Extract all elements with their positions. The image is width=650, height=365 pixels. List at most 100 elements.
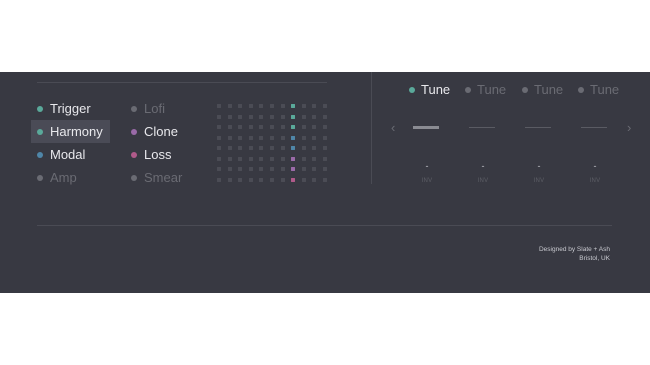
grid-step[interactable] [312, 104, 317, 108]
grid-step[interactable] [217, 125, 221, 129]
grid-step[interactable] [301, 125, 306, 129]
grid-step[interactable] [238, 104, 243, 108]
grid-step[interactable] [248, 167, 253, 171]
grid-step[interactable] [280, 135, 285, 140]
grid-step[interactable] [301, 167, 306, 171]
module-amp[interactable]: Amp [31, 166, 84, 189]
grid-step[interactable] [227, 177, 232, 182]
grid-step[interactable] [323, 135, 327, 140]
tune-slider-4[interactable] [579, 118, 637, 134]
grid-step[interactable] [312, 156, 317, 161]
tune-slider-2[interactable] [467, 118, 525, 134]
grid-step[interactable] [301, 104, 306, 108]
grid-step[interactable] [270, 104, 274, 108]
grid-step[interactable] [238, 177, 243, 182]
grid-step[interactable] [217, 114, 221, 119]
prev-arrow-icon[interactable]: ‹ [391, 120, 395, 135]
grid-step[interactable] [280, 167, 285, 171]
grid-step[interactable] [323, 167, 327, 171]
grid-step[interactable] [238, 125, 243, 129]
grid-step[interactable] [238, 146, 243, 150]
tune-slider-3[interactable] [523, 118, 581, 134]
grid-step[interactable] [301, 135, 306, 140]
grid-step[interactable] [312, 167, 317, 171]
grid-step[interactable] [259, 114, 264, 119]
module-modal[interactable]: Modal [31, 143, 92, 166]
grid-step[interactable] [259, 177, 264, 182]
grid-step[interactable] [259, 167, 264, 171]
grid-step[interactable] [217, 104, 221, 108]
grid-step[interactable] [280, 177, 285, 182]
grid-step[interactable] [248, 135, 253, 140]
grid-step-active[interactable] [291, 167, 296, 171]
grid-step[interactable] [227, 146, 232, 150]
grid-step[interactable] [217, 167, 221, 171]
grid-step[interactable] [217, 135, 221, 140]
tune-tab-1[interactable]: Tune [409, 82, 450, 97]
grid-step[interactable] [323, 146, 327, 150]
grid-step[interactable] [248, 156, 253, 161]
grid-step[interactable] [301, 146, 306, 150]
grid-step[interactable] [227, 156, 232, 161]
grid-step-active[interactable] [291, 125, 296, 129]
module-loss[interactable]: Loss [125, 143, 178, 166]
grid-step[interactable] [323, 177, 327, 182]
grid-step[interactable] [238, 114, 243, 119]
grid-step[interactable] [312, 125, 317, 129]
grid-step[interactable] [217, 156, 221, 161]
grid-step[interactable] [312, 146, 317, 150]
invert-toggle[interactable]: INV [566, 178, 624, 184]
grid-step[interactable] [259, 104, 264, 108]
tune-slider-1[interactable] [411, 118, 469, 134]
invert-toggle[interactable]: INV [398, 178, 456, 184]
grid-step[interactable] [312, 114, 317, 119]
grid-step[interactable] [227, 135, 232, 140]
grid-step[interactable] [270, 167, 274, 171]
grid-step[interactable] [323, 104, 327, 108]
grid-step[interactable] [259, 125, 264, 129]
grid-step[interactable] [248, 125, 253, 129]
grid-step[interactable] [270, 114, 274, 119]
grid-step[interactable] [270, 135, 274, 140]
module-smear[interactable]: Smear [125, 166, 189, 189]
grid-step[interactable] [323, 125, 327, 129]
grid-step[interactable] [270, 156, 274, 161]
grid-step[interactable] [280, 146, 285, 150]
grid-step-active[interactable] [291, 156, 296, 161]
grid-step-active[interactable] [291, 114, 296, 119]
grid-step[interactable] [248, 146, 253, 150]
grid-step-active[interactable] [291, 177, 296, 182]
grid-step[interactable] [270, 146, 274, 150]
grid-step[interactable] [280, 125, 285, 129]
grid-step[interactable] [238, 135, 243, 140]
tune-tab-4[interactable]: Tune [578, 82, 619, 97]
grid-step[interactable] [280, 114, 285, 119]
grid-step[interactable] [301, 114, 306, 119]
grid-step[interactable] [312, 177, 317, 182]
grid-step[interactable] [312, 135, 317, 140]
grid-step[interactable] [259, 156, 264, 161]
grid-step-active[interactable] [291, 146, 296, 150]
grid-step[interactable] [238, 156, 243, 161]
grid-step[interactable] [227, 104, 232, 108]
grid-step[interactable] [259, 135, 264, 140]
grid-step[interactable] [217, 177, 221, 182]
invert-toggle[interactable]: INV [510, 178, 568, 184]
module-trigger[interactable]: Trigger [31, 97, 98, 120]
grid-step[interactable] [248, 104, 253, 108]
grid-step[interactable] [323, 114, 327, 119]
grid-step[interactable] [270, 125, 274, 129]
tune-tab-3[interactable]: Tune [522, 82, 563, 97]
invert-toggle[interactable]: INV [454, 178, 512, 184]
grid-step[interactable] [270, 177, 274, 182]
grid-step[interactable] [248, 177, 253, 182]
grid-step-active[interactable] [291, 135, 296, 140]
grid-step[interactable] [301, 156, 306, 161]
module-harmony[interactable]: Harmony [31, 120, 110, 143]
grid-step[interactable] [227, 125, 232, 129]
module-lofi[interactable]: Lofi [125, 97, 172, 120]
grid-step[interactable] [301, 177, 306, 182]
tune-tab-2[interactable]: Tune [465, 82, 506, 97]
grid-step[interactable] [323, 156, 327, 161]
module-clone[interactable]: Clone [125, 120, 185, 143]
